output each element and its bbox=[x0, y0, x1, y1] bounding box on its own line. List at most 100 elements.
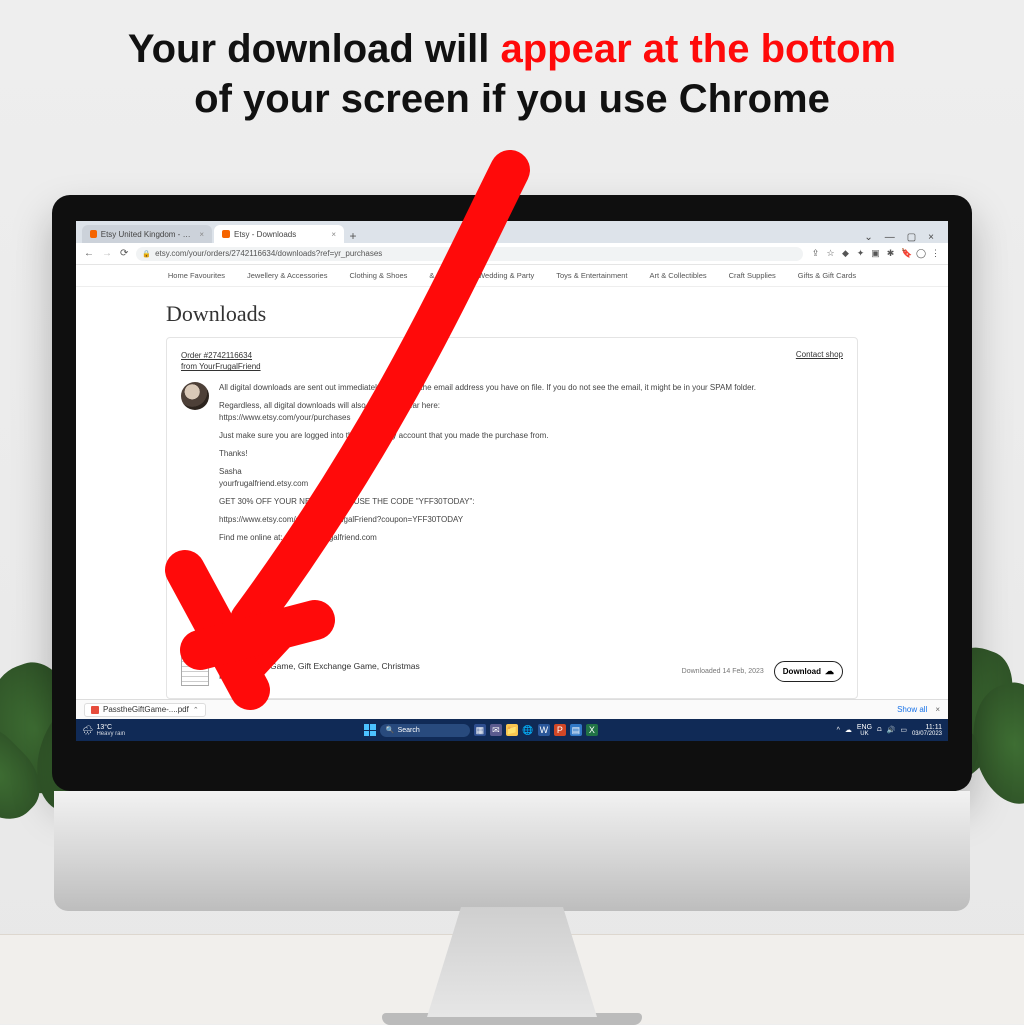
close-tab-icon[interactable]: × bbox=[331, 230, 336, 239]
ext-icon[interactable]: ▣ bbox=[871, 248, 880, 259]
browser-tabstrip: Etsy United Kingdom - Shop for × Etsy - … bbox=[76, 221, 948, 243]
msg-link[interactable]: yourfrugalfriend.etsy.com bbox=[219, 479, 308, 488]
url-text: etsy.com/your/orders/2742116634/download… bbox=[155, 249, 382, 258]
cloud-download-icon: ☁ bbox=[825, 666, 834, 677]
order-header: Order #2742116634 from YourFrugalFriend … bbox=[181, 350, 843, 372]
message-body: All digital downloads are sent out immed… bbox=[219, 382, 756, 550]
download-filename: PasstheGiftGame-....pdf bbox=[103, 705, 189, 714]
close-shelf-icon[interactable]: × bbox=[935, 705, 940, 714]
nav-item[interactable]: Art & Collectibles bbox=[650, 271, 707, 280]
excel-icon[interactable]: X bbox=[586, 724, 598, 736]
maximize-icon[interactable]: ▢ bbox=[907, 232, 916, 243]
etsy-favicon bbox=[90, 230, 97, 238]
weather-widget[interactable]: 🌧 13°C Heavy rain bbox=[82, 724, 125, 737]
chrome-icon[interactable]: 🌐 bbox=[522, 724, 534, 736]
chevron-down-icon[interactable]: ⌄ bbox=[864, 232, 872, 243]
weather-temp: 13°C bbox=[96, 724, 125, 731]
monitor-bezel: Etsy United Kingdom - Shop for × Etsy - … bbox=[52, 195, 972, 791]
battery-icon[interactable]: ▭ bbox=[900, 726, 907, 734]
share-icon[interactable]: ⇪ bbox=[811, 248, 820, 259]
nav-item[interactable]: & Living bbox=[429, 271, 456, 280]
bookmark-icon[interactable]: 🔖 bbox=[901, 248, 910, 259]
app-icon[interactable]: ✉ bbox=[490, 724, 502, 736]
nav-item[interactable]: Home Favourites bbox=[168, 271, 225, 280]
msg-line: Regardless, all digital downloads will a… bbox=[219, 401, 440, 410]
tab-1-title: Etsy United Kingdom - Shop for bbox=[101, 230, 196, 239]
close-tab-icon[interactable]: × bbox=[199, 230, 204, 239]
new-tab-button[interactable]: + bbox=[346, 229, 360, 243]
region-indicator: UK bbox=[857, 731, 872, 737]
app-icon[interactable]: ▤ bbox=[570, 724, 582, 736]
instruction-headline: Your download will appear at the bottom … bbox=[0, 0, 1024, 132]
pinned-apps: ▦ ✉ 📁 🌐 W P ▤ X bbox=[474, 724, 598, 736]
powerpoint-icon[interactable]: P bbox=[554, 724, 566, 736]
reload-button[interactable]: ⟳ bbox=[120, 248, 128, 259]
back-button[interactable]: ← bbox=[84, 248, 94, 259]
weather-cond: Heavy rain bbox=[96, 731, 125, 737]
download-button[interactable]: Download ☁ bbox=[774, 661, 843, 682]
msg-line: Just make sure you are logged into the s… bbox=[219, 430, 756, 442]
tab-2-active[interactable]: Etsy - Downloads × bbox=[214, 225, 344, 243]
page-title: Downloads bbox=[166, 301, 858, 327]
shop-link[interactable]: from YourFrugalFriend bbox=[181, 361, 261, 372]
taskbar-center: 🔍 Search ▦ ✉ 📁 🌐 W P ▤ X bbox=[364, 724, 598, 737]
weather-icon: 🌧 bbox=[82, 725, 93, 736]
minimize-icon[interactable]: — bbox=[885, 232, 895, 243]
tab-1[interactable]: Etsy United Kingdom - Shop for × bbox=[82, 225, 212, 243]
nav-item[interactable]: Toys & Entertainment bbox=[556, 271, 627, 280]
close-window-icon[interactable]: × bbox=[928, 232, 934, 243]
language-indicator[interactable]: ENG bbox=[857, 724, 872, 731]
volume-icon[interactable]: 🔊 bbox=[887, 726, 896, 734]
msg-link[interactable]: https://www.etsy.com/shop/YourFrugalFrie… bbox=[219, 514, 756, 526]
file-title[interactable]: Pass the Gift Game, Gift Exchange Game, … bbox=[219, 661, 439, 681]
chevron-up-icon[interactable]: ⌃ bbox=[193, 706, 199, 714]
etsy-favicon bbox=[222, 230, 230, 238]
url-field[interactable]: 🔒 etsy.com/your/orders/2742116634/downlo… bbox=[136, 247, 803, 261]
nav-item[interactable]: Jewellery & Accessories bbox=[247, 271, 327, 280]
page-content: Downloads Order #2742116634 from YourFru… bbox=[76, 287, 948, 699]
nav-item[interactable]: Craft Supplies bbox=[729, 271, 776, 280]
download-chip[interactable]: PasstheGiftGame-....pdf ⌃ bbox=[84, 703, 206, 717]
headline-part1: Your download will bbox=[128, 27, 501, 71]
msg-line: Thanks! bbox=[219, 448, 756, 460]
word-icon[interactable]: W bbox=[538, 724, 550, 736]
headline-part2: appear at the bottom bbox=[500, 27, 896, 71]
pdf-icon bbox=[91, 706, 99, 714]
app-icon[interactable]: 📁 bbox=[506, 724, 518, 736]
msg-link[interactable]: https://www.etsy.com/your/purchases bbox=[219, 413, 350, 422]
show-all-link[interactable]: Show all bbox=[897, 705, 927, 714]
extension-icons: ⇪ ☆ ◆ ✦ ▣ ✱ 🔖 ◯ ⋮ bbox=[811, 248, 940, 259]
order-number-link[interactable]: Order #2742116634 bbox=[181, 350, 261, 361]
puzzle-icon[interactable]: ✱ bbox=[886, 248, 895, 259]
msg-line: GET 30% OFF YOUR NEXT ORDER USE THE CODE… bbox=[219, 496, 756, 508]
nav-item[interactable]: Gifts & Gift Cards bbox=[798, 271, 856, 280]
taskbar-search[interactable]: 🔍 Search bbox=[380, 724, 470, 737]
order-card: Order #2742116634 from YourFrugalFriend … bbox=[166, 337, 858, 699]
monitor-chin bbox=[54, 791, 970, 911]
star-icon[interactable]: ☆ bbox=[826, 248, 835, 259]
screen: Etsy United Kingdom - Shop for × Etsy - … bbox=[76, 221, 948, 741]
ext-icon[interactable]: ✦ bbox=[856, 248, 865, 259]
clock-time[interactable]: 11:11 bbox=[912, 724, 942, 731]
tray-chevron-icon[interactable]: ^ bbox=[837, 727, 840, 734]
wifi-icon[interactable]: ⩍ bbox=[877, 726, 882, 734]
address-bar: ← → ⟳ 🔒 etsy.com/your/orders/2742116634/… bbox=[76, 243, 948, 265]
ext-icon[interactable]: ◆ bbox=[841, 248, 850, 259]
headline-part3: of your screen if you use Chrome bbox=[194, 77, 830, 121]
lock-icon: 🔒 bbox=[142, 250, 151, 258]
start-button[interactable] bbox=[364, 724, 376, 736]
nav-item[interactable]: Wedding & Party bbox=[478, 271, 534, 280]
windows-taskbar: 🌧 13°C Heavy rain 🔍 Search ▦ ✉ bbox=[76, 719, 948, 741]
search-placeholder: Search bbox=[398, 727, 420, 734]
nav-item[interactable]: Clothing & Shoes bbox=[349, 271, 407, 280]
download-date: Downloaded 14 Feb, 2023 bbox=[682, 668, 764, 675]
tab-2-title: Etsy - Downloads bbox=[234, 230, 296, 239]
forward-button[interactable]: → bbox=[102, 248, 112, 259]
contact-shop-link[interactable]: Contact shop bbox=[796, 350, 843, 372]
profile-icon[interactable]: ◯ bbox=[916, 248, 925, 259]
window-controls: ⌄ — ▢ × bbox=[864, 232, 942, 243]
download-file-row: Pass the Gift Game, Gift Exchange Game, … bbox=[181, 648, 843, 686]
app-icon[interactable]: ▦ bbox=[474, 724, 486, 736]
onedrive-icon[interactable]: ☁ bbox=[845, 726, 852, 734]
menu-icon[interactable]: ⋮ bbox=[931, 248, 940, 259]
